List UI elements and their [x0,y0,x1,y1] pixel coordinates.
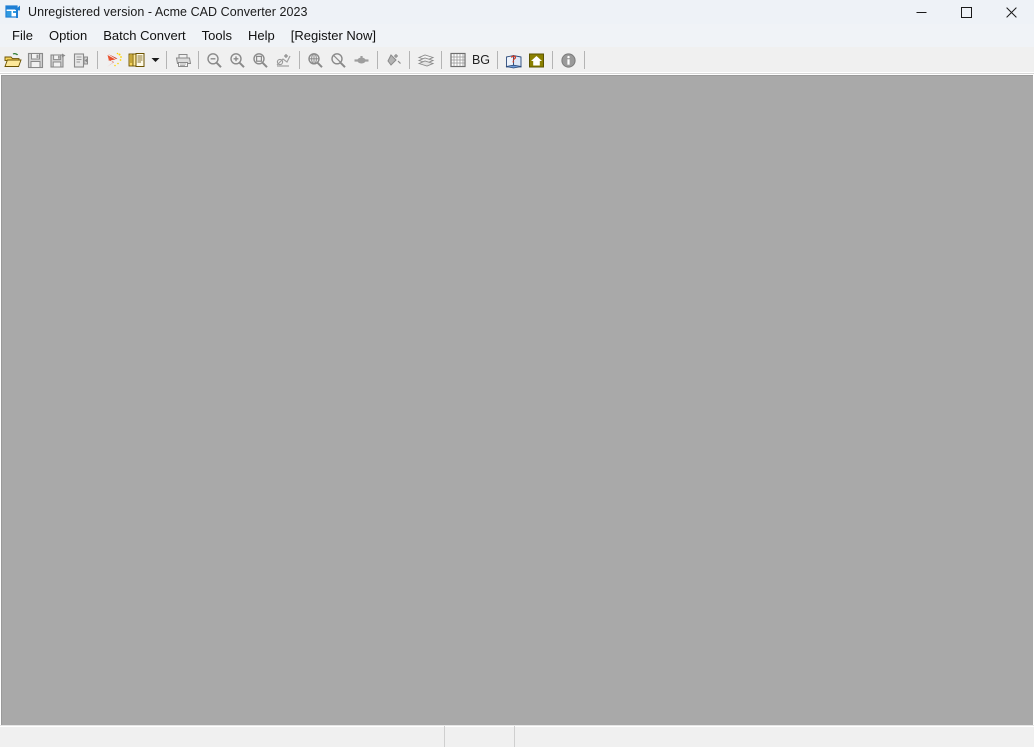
zoom-in-icon [229,52,246,69]
home-page-button[interactable] [525,49,548,72]
help-button[interactable]: ? [502,49,525,72]
batch-convert-dropdown-button[interactable] [148,49,162,72]
pan-icon [353,52,370,69]
zoom-extents-button[interactable] [272,49,295,72]
close-icon [1006,7,1017,18]
zoom-out-icon [206,52,223,69]
zoom-window-icon [252,52,269,69]
toolbar-separator-7 [441,51,442,69]
toolbar-separator-1 [97,51,98,69]
menu-register-now[interactable]: [Register Now] [283,26,384,46]
open-file-button[interactable] [1,49,24,72]
background-color-label: BG [472,53,490,67]
export-icon [73,52,90,69]
layers-icon [417,52,435,69]
redraw-button[interactable] [382,49,405,72]
toolbar-separator-8 [497,51,498,69]
maximize-button[interactable] [944,0,989,24]
svg-text:?: ? [510,54,516,65]
window-title: Unregistered version - Acme CAD Converte… [28,5,308,19]
home-icon [528,52,545,69]
window-controls [899,0,1034,24]
print-icon [174,52,192,69]
toolbar-separator-3 [198,51,199,69]
open-folder-icon [4,52,22,69]
drawing-area-container [0,74,1034,725]
help-book-icon: ? [505,52,523,69]
close-button[interactable] [989,0,1034,24]
toolbar: BG ? [0,47,1034,74]
zoom-previous-icon [330,52,347,69]
print-button[interactable] [171,49,194,72]
chevron-down-icon [151,57,160,63]
status-pane-message [0,726,444,747]
drawing-canvas[interactable] [1,75,1033,725]
pan-button[interactable] [350,49,373,72]
zoom-all-icon [307,52,324,69]
toolbar-separator-4 [299,51,300,69]
minimize-button[interactable] [899,0,944,24]
redraw-icon [385,52,402,69]
pdf-convert-icon [105,52,123,69]
maximize-icon [961,7,972,18]
status-pane-info [514,726,1034,747]
zoom-previous-button[interactable] [327,49,350,72]
background-color-button[interactable]: BG [469,49,493,72]
zoom-in-button[interactable] [226,49,249,72]
save-as-icon [50,52,67,69]
toolbar-separator-6 [409,51,410,69]
menu-help[interactable]: Help [240,26,283,46]
menu-option[interactable]: Option [41,26,95,46]
status-pane-coordinates [444,726,514,747]
title-bar: Unregistered version - Acme CAD Converte… [0,0,1034,24]
save-as-button[interactable] [47,49,70,72]
zoom-extents-icon [275,52,292,69]
export-button[interactable] [70,49,93,72]
about-button[interactable] [557,49,580,72]
menu-bar: File Option Batch Convert Tools Help [Re… [0,24,1034,47]
layers-button[interactable] [414,49,437,72]
info-icon [560,52,577,69]
status-bar [0,725,1034,747]
toolbar-separator-10 [584,51,585,69]
save-button[interactable] [24,49,47,72]
toolbar-separator-2 [166,51,167,69]
toolbar-separator-9 [552,51,553,69]
application-window: Unregistered version - Acme CAD Converte… [0,0,1034,747]
zoom-window-button[interactable] [249,49,272,72]
menu-batch-convert[interactable]: Batch Convert [95,26,193,46]
toolbar-separator-5 [377,51,378,69]
zoom-all-button[interactable] [304,49,327,72]
grid-button[interactable] [446,49,469,72]
minimize-icon [916,7,927,18]
grid-icon [450,52,466,68]
batch-convert-button[interactable] [125,49,148,72]
batch-convert-icon [128,52,146,69]
menu-file[interactable]: File [4,26,41,46]
cad-document-icon [5,4,21,20]
convert-to-pdf-button[interactable] [102,49,125,72]
save-icon [27,52,44,69]
menu-tools[interactable]: Tools [194,26,240,46]
zoom-out-button[interactable] [203,49,226,72]
